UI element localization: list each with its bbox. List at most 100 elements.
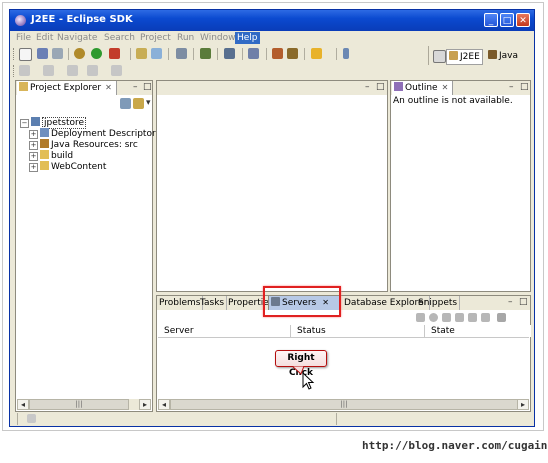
edit-icon[interactable] — [287, 48, 298, 59]
open-perspective-icon[interactable] — [433, 50, 446, 63]
column-server[interactable]: Server — [158, 325, 291, 337]
scroll-right-icon[interactable]: ▸ — [139, 399, 151, 410]
toolbar-separator — [242, 48, 243, 60]
collapse-all-icon[interactable] — [120, 98, 131, 109]
new-web-project-icon[interactable] — [151, 48, 162, 59]
save-icon[interactable] — [37, 48, 48, 59]
menu-project[interactable]: Project — [138, 32, 173, 44]
stop-server-icon[interactable] — [481, 313, 490, 322]
tree-item[interactable]: + build — [20, 150, 156, 161]
j2ee-icon — [449, 51, 458, 60]
run-icon[interactable] — [91, 48, 102, 59]
tab-tasks[interactable]: Tasks — [198, 296, 228, 310]
debug-server-icon[interactable] — [416, 313, 425, 322]
search-icon[interactable] — [200, 48, 211, 59]
open-resource-icon[interactable] — [248, 48, 259, 59]
scroll-left-icon[interactable]: ◂ — [17, 399, 29, 410]
tree-item[interactable]: + Deployment Descriptor — [20, 128, 156, 139]
expand-icon[interactable]: + — [29, 141, 38, 150]
menu-navigate[interactable]: Navigate — [55, 32, 99, 44]
close-button[interactable]: ✕ — [516, 13, 530, 27]
maximize-icon[interactable]: □ — [520, 83, 529, 92]
toolbar-grip[interactable] — [13, 48, 17, 60]
maximize-icon[interactable]: □ — [143, 83, 152, 92]
open-task-icon[interactable] — [224, 48, 235, 59]
tree-item[interactable]: + WebContent — [20, 161, 156, 172]
tab-outline[interactable]: Outline ✕ — [392, 81, 454, 95]
maximize-icon[interactable]: □ — [376, 83, 385, 92]
tab-snippets[interactable]: Snippets — [416, 296, 461, 310]
menu-help[interactable]: Help — [235, 32, 260, 44]
toolbar-separator — [168, 48, 169, 60]
annotation-icon[interactable] — [19, 65, 30, 76]
new-server-icon[interactable] — [136, 48, 147, 59]
toolbar-separator — [217, 48, 218, 60]
link-with-editor-icon[interactable] — [133, 98, 144, 109]
previous-annotation-icon[interactable] — [67, 65, 78, 76]
publish-icon[interactable] — [455, 313, 464, 322]
view-menu-icon[interactable]: ▾ — [146, 99, 151, 108]
menu-edit[interactable]: Edit — [34, 32, 55, 44]
tree-item[interactable]: + Java Resources: src — [20, 139, 156, 150]
bottom-panel: Problems Tasks Properties Servers ✕ Datab… — [156, 295, 531, 412]
tree-item-label: Deployment Descriptor — [51, 129, 156, 139]
external-tools-icon[interactable] — [109, 48, 120, 59]
tree-item-root[interactable]: − jpetstore — [20, 117, 156, 129]
menu-search[interactable]: Search — [102, 32, 137, 44]
folder-icon — [19, 82, 28, 91]
toolbar-separator — [336, 48, 337, 60]
horizontal-scrollbar[interactable]: ◂ ||| ▸ — [158, 399, 529, 410]
scroll-thumb[interactable]: ||| — [29, 399, 129, 410]
scroll-thumb[interactable]: ||| — [170, 399, 518, 410]
next-annotation-icon[interactable] — [43, 65, 54, 76]
minimize-icon[interactable]: – — [509, 83, 514, 92]
view-menu-icon[interactable] — [497, 313, 506, 322]
debug-icon[interactable] — [74, 48, 85, 59]
scroll-right-icon[interactable]: ▸ — [517, 399, 529, 410]
minimize-icon[interactable]: – — [133, 83, 138, 92]
horizontal-scrollbar[interactable]: ◂ ||| ▸ — [17, 399, 151, 410]
tab-problems[interactable]: Problems — [157, 296, 204, 310]
perspective-java[interactable]: Java — [488, 49, 518, 63]
maximize-button[interactable]: □ — [500, 13, 514, 27]
forward-icon[interactable] — [111, 65, 122, 76]
minimize-button[interactable]: _ — [484, 13, 498, 27]
toolbar-separator — [193, 48, 194, 60]
fast-view-icon[interactable] — [27, 414, 36, 423]
java-icon — [488, 50, 497, 59]
column-status[interactable]: Status — [291, 325, 425, 337]
folder-icon[interactable] — [311, 48, 322, 59]
expand-icon[interactable]: + — [29, 130, 38, 139]
back-icon[interactable] — [87, 65, 98, 76]
servers-toolbar — [158, 310, 529, 325]
menu-file[interactable]: File — [14, 32, 33, 44]
close-icon[interactable]: ✕ — [442, 83, 449, 92]
tab-project-explorer[interactable]: Project Explorer ✕ — [17, 81, 117, 95]
project-icon — [31, 117, 40, 126]
toolbar-grip[interactable] — [13, 65, 17, 77]
view-header: Project Explorer ✕ – □ — [16, 81, 152, 95]
profile-server-icon[interactable] — [442, 313, 451, 322]
scroll-left-icon[interactable]: ◂ — [158, 399, 170, 410]
view-header: Problems Tasks Properties Servers ✕ Datab… — [157, 296, 530, 310]
view-header: – □ — [157, 81, 387, 95]
expand-icon[interactable]: + — [29, 152, 38, 161]
watermark-url: http://blog.naver.com/cugain — [362, 439, 548, 452]
minimize-icon[interactable]: – — [508, 298, 513, 307]
build-icon[interactable] — [272, 48, 283, 59]
pin-icon[interactable] — [343, 48, 349, 59]
open-type-icon[interactable] — [176, 48, 187, 59]
print-icon[interactable] — [52, 48, 63, 59]
maximize-icon[interactable]: □ — [519, 298, 528, 307]
menu-window[interactable]: Window — [198, 32, 238, 44]
restart-icon[interactable] — [468, 313, 477, 322]
column-state[interactable]: State — [425, 325, 531, 337]
collapse-icon[interactable]: − — [20, 119, 29, 128]
start-server-icon[interactable] — [429, 313, 438, 322]
servers-table-body[interactable] — [158, 338, 529, 399]
expand-icon[interactable]: + — [29, 163, 38, 172]
new-icon[interactable] — [19, 48, 32, 61]
menu-run[interactable]: Run — [175, 32, 196, 44]
close-icon[interactable]: ✕ — [105, 83, 112, 92]
minimize-icon[interactable]: – — [365, 83, 370, 92]
